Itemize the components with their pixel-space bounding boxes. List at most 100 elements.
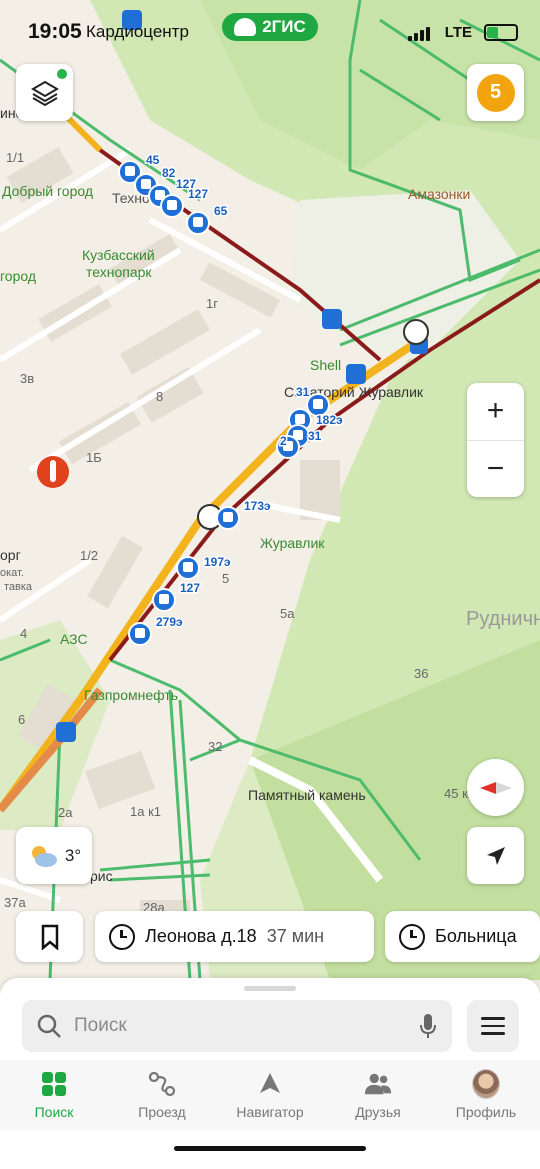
bus-route-label: 31 — [296, 385, 310, 399]
map-label: 2а — [58, 805, 73, 820]
map-label: Shell — [310, 357, 341, 373]
bus-route-label: 65 — [214, 204, 228, 218]
partly-cloudy-icon — [31, 845, 57, 867]
weather-temperature: 3° — [64, 845, 82, 865]
bus-glyph — [135, 628, 145, 638]
friends-icon — [364, 1070, 392, 1098]
bus-route-label: 82 — [162, 166, 176, 180]
map-label: орг — [0, 547, 21, 563]
bus-glyph — [141, 179, 151, 189]
bus-route-label: 31 — [308, 429, 322, 443]
route-chip[interactable]: Леонова д.18 37 мин — [95, 911, 374, 962]
search-input[interactable] — [74, 1015, 394, 1037]
map-label: 32 — [208, 739, 222, 754]
map-label: город — [0, 268, 36, 284]
bus-route-label: 127 — [188, 187, 208, 201]
clock-icon — [109, 923, 135, 950]
brand-badge[interactable]: 2ГИС — [222, 13, 318, 41]
compass-button[interactable] — [467, 759, 524, 816]
navigator-icon — [256, 1070, 284, 1098]
my-location-button[interactable] — [467, 827, 524, 884]
notifications-button[interactable]: 5 — [467, 64, 524, 121]
layers-indicator — [57, 69, 67, 79]
map-label: окат. — [0, 567, 24, 579]
avatar — [472, 1069, 500, 1099]
tab-bar: Поиск Проезд Навигатор Друзья Профиль — [0, 1060, 540, 1130]
map-label: Амазонки — [408, 186, 470, 202]
duck-logo-icon — [234, 18, 257, 36]
tab-route[interactable]: Проезд — [108, 1060, 216, 1130]
tab-label: Навигатор — [236, 1104, 304, 1120]
clock-icon — [399, 923, 425, 950]
route-icon — [148, 1070, 176, 1098]
brand-label: 2ГИС — [262, 17, 306, 36]
menu-button[interactable] — [467, 1000, 519, 1052]
map-label: 6 — [18, 712, 25, 727]
bus-glyph — [125, 166, 135, 176]
menu-icon — [481, 1017, 505, 1020]
status-bar: 19:05 Кардиоцентр 2ГИС LTE — [0, 0, 540, 64]
bus-glyph — [295, 414, 305, 424]
weather-widget[interactable]: 3° — [16, 827, 92, 884]
tab-profile[interactable]: Профиль — [432, 1060, 540, 1130]
bus-route-label: 197э — [204, 555, 231, 569]
layers-button[interactable] — [16, 64, 73, 121]
map-label: тавка — [4, 581, 33, 593]
compass-icon — [479, 781, 512, 794]
bus-stop-icon — [56, 722, 76, 742]
map-label: 1Б — [86, 450, 102, 465]
chat-bubble-icon — [403, 319, 429, 345]
grid-icon — [40, 1070, 68, 1098]
map-label: 5 — [222, 571, 229, 586]
map-label: Журавлик — [260, 535, 325, 551]
bus-glyph — [167, 200, 177, 210]
bottom-sheet: Поиск Проезд Навигатор — [0, 978, 540, 1169]
zoom-in-button[interactable]: + — [467, 383, 524, 440]
status-time: 19:05 — [28, 20, 82, 43]
map-label: 5а — [280, 606, 295, 621]
tab-label: Поиск — [34, 1104, 74, 1120]
tab-label: Друзья — [355, 1104, 401, 1120]
network-label: LTE — [444, 24, 472, 41]
bus-route-label: 182э — [316, 413, 343, 427]
bus-stop-icon — [346, 364, 366, 384]
map-label: Кузбасский — [82, 247, 155, 263]
map-label: 1а к1 — [130, 804, 161, 819]
zoom-out-button[interactable]: − — [467, 440, 524, 497]
bus-route-label: 279э — [156, 615, 183, 629]
map-label: 3в — [20, 371, 34, 386]
tab-friends[interactable]: Друзья — [324, 1060, 432, 1130]
map-label: 4 — [20, 626, 27, 641]
tab-navigator[interactable]: Навигатор — [216, 1060, 324, 1130]
bus-glyph — [193, 217, 203, 227]
bus-route-label: 45 — [146, 153, 160, 167]
microphone-icon[interactable] — [418, 1012, 438, 1040]
bookmarks-chip[interactable] — [16, 911, 83, 962]
map-label: АЗС — [60, 631, 88, 647]
tab-search[interactable]: Поиск — [0, 1060, 108, 1130]
route-chip[interactable]: Больница — [385, 911, 540, 962]
bus-route-label: 127 — [180, 581, 200, 595]
bus-glyph — [183, 562, 193, 572]
map-label: 36 — [414, 666, 428, 681]
bus-route-label: 2 — [280, 434, 287, 448]
map-label: 45 к — [444, 786, 468, 801]
route-chip-eta: 37 мин — [266, 926, 325, 946]
map-label: Газпромнефть — [84, 687, 178, 703]
map-label: 1/1 — [6, 150, 24, 165]
bookmark-icon — [41, 924, 58, 950]
tab-label: Проезд — [138, 1104, 186, 1120]
sheet-handle[interactable] — [244, 986, 296, 991]
layers-icon — [30, 80, 59, 106]
tab-label: Профиль — [455, 1104, 517, 1120]
map-label: рис — [90, 868, 113, 884]
map-label: 37а — [4, 895, 26, 910]
search-bar[interactable] — [22, 1000, 452, 1052]
map-label: Рудничный — [466, 608, 540, 630]
bus-glyph — [223, 512, 233, 522]
quick-chips: Леонова д.18 37 мин Больница — [16, 911, 540, 962]
signal-icon — [408, 27, 430, 41]
location-arrow-icon — [486, 846, 505, 865]
home-indicator — [174, 1146, 366, 1151]
map-label: 1/2 — [80, 548, 98, 563]
